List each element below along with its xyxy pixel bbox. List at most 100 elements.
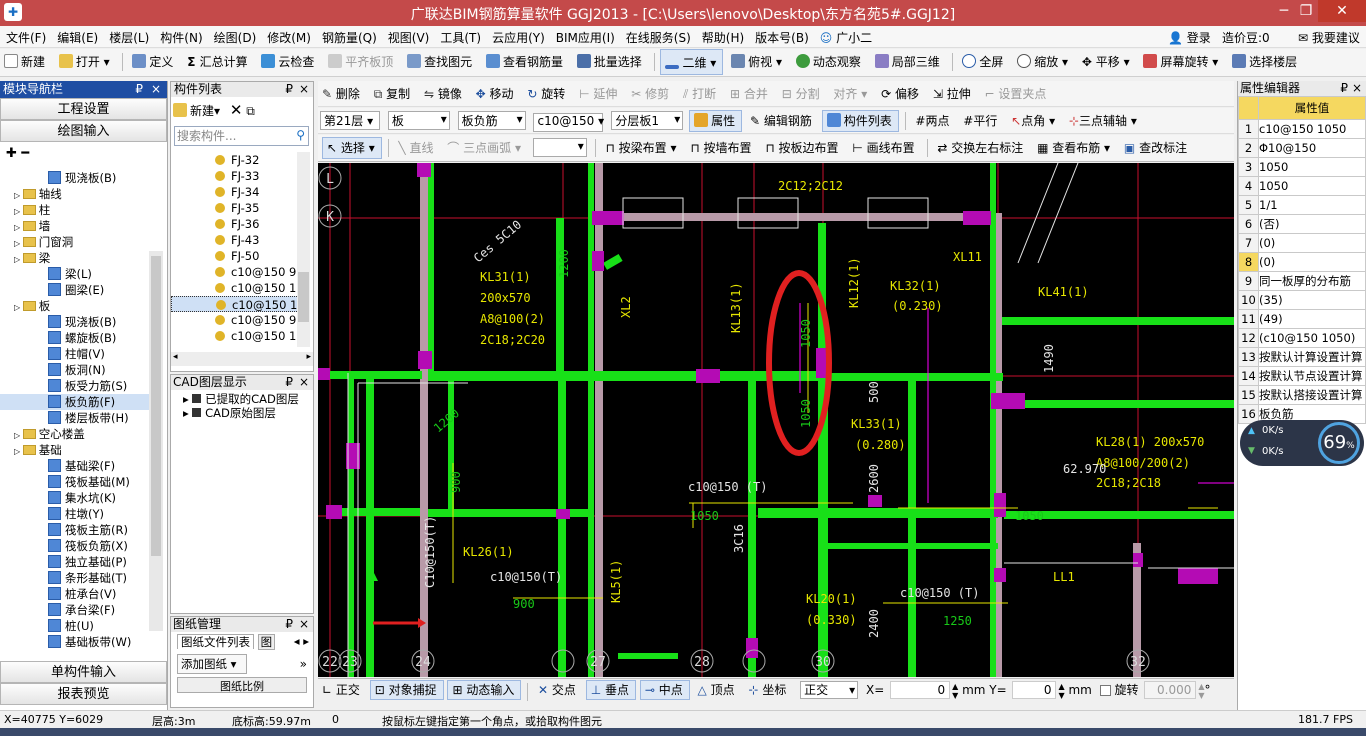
checkbox-icon[interactable] <box>192 408 202 417</box>
move-button[interactable]: ✥ 移动 <box>472 81 520 106</box>
nav-tree-item[interactable]: 螺旋板(B) <box>0 330 150 346</box>
single-component-input-button[interactable]: 单构件输入 <box>0 661 167 683</box>
place-by-slab-edge-button[interactable]: ⊓ 按板边布置 <box>761 135 844 161</box>
rotate-angle-input[interactable]: 0.000 <box>1144 681 1197 699</box>
expand-arrow-icon[interactable]: ▷ <box>14 447 23 456</box>
property-row[interactable]: 6 (否) <box>1238 214 1366 234</box>
dynamic-input-toggle[interactable]: ⊞ 动态输入 <box>447 680 522 700</box>
close-icon[interactable]: × <box>299 375 309 390</box>
nav-scrollbar[interactable] <box>149 251 163 631</box>
set-grip-button[interactable]: ⌐ 设置夹点 <box>981 81 1053 106</box>
menu-component[interactable]: 构件(N) <box>154 26 207 46</box>
nav-tree-item[interactable]: 基础板带(W) <box>0 634 150 650</box>
swap-annotation-button[interactable]: ⇄ 交换左右标注 <box>933 135 1029 161</box>
x-input[interactable]: 0 <box>890 681 951 699</box>
pin-icon[interactable]: ₽ <box>285 82 293 97</box>
menu-assistant[interactable]: ☺ 广小二 <box>814 26 877 46</box>
property-row[interactable]: 15 按默认搭接设置计算 <box>1238 385 1366 405</box>
rotate-button[interactable]: ↻ 旋转 <box>523 81 571 106</box>
expand-arrow-icon[interactable]: ▷ <box>14 207 23 216</box>
summary-calc-button[interactable]: Σ 汇总计算 <box>183 49 253 75</box>
edit-rebar-button[interactable]: ✎ 编辑钢筋 <box>746 108 818 133</box>
component-list-scrollbar[interactable] <box>297 152 310 347</box>
property-row[interactable]: 7 (0) <box>1238 233 1366 253</box>
intersection-snap[interactable]: ✕ 交点 <box>534 679 582 701</box>
copy-icon[interactable]: ⧉ <box>246 104 255 118</box>
parallel-axis-button[interactable]: #平行 <box>959 108 1003 133</box>
x-spinner[interactable]: ▲ ▼ <box>952 682 958 700</box>
expand-arrow-icon[interactable]: ▷ <box>14 223 23 232</box>
nav-tree-item[interactable]: 筏板负筋(X) <box>0 538 150 554</box>
menu-draw[interactable]: 绘图(D) <box>208 26 262 46</box>
component-search-input[interactable]: 搜索构件... ⚲ <box>174 126 309 146</box>
pin-icon[interactable]: ₽ <box>285 617 293 632</box>
close-icon[interactable]: × <box>299 82 309 97</box>
tab-scroll-arrows[interactable]: ◂ ▸ <box>294 634 309 648</box>
spec-select[interactable]: c10@150 ▾ <box>533 113 604 132</box>
component-list-item[interactable]: FJ-43 <box>171 232 299 248</box>
property-row[interactable]: 2 Φ10@150 <box>1238 138 1366 158</box>
property-value[interactable]: 按默认计算设置计算 <box>1258 347 1366 367</box>
delete-button[interactable]: ✎ 删除 <box>318 81 366 106</box>
menu-tools[interactable]: 工具(T) <box>434 26 486 46</box>
midpoint-snap[interactable]: ⊸ 中点 <box>639 680 690 700</box>
close-button[interactable]: ✕ <box>1318 0 1366 22</box>
menu-edit[interactable]: 编辑(E) <box>51 26 103 46</box>
select-dropdown[interactable]: ↖ 选择 ▾ <box>322 137 382 159</box>
component-list-hscrollbar[interactable]: ◂ ▸ <box>171 352 313 366</box>
pin-icon[interactable]: ₽ <box>135 81 143 98</box>
property-value[interactable]: (0) <box>1258 252 1366 272</box>
nav-tree-item[interactable]: ▷ 门窗洞 <box>0 234 150 250</box>
nav-tree-item[interactable]: ▷ 基础 <box>0 442 150 458</box>
property-value[interactable]: (49) <box>1258 309 1366 329</box>
more-icon[interactable]: » <box>300 657 307 671</box>
component-list-scroll-thumb[interactable] <box>298 272 309 322</box>
local-3d-button[interactable]: 局部三维 <box>871 49 946 75</box>
cloud-check-button[interactable]: 云检查 <box>257 49 320 75</box>
cad-drawing[interactable]: L K 24 27 28 30 32 23 22 KL31(1) 200x570… <box>318 163 1234 677</box>
layer-select[interactable]: 分层板1 ▾ <box>611 111 684 130</box>
menu-bim[interactable]: BIM应用(I) <box>550 26 620 46</box>
nav-tree-item[interactable]: ▷ 柱 <box>0 202 150 218</box>
nav-tree-item[interactable]: 板受力筋(S) <box>0 378 150 394</box>
close-icon[interactable]: × <box>1352 81 1362 96</box>
screen-rotate-dropdown[interactable]: 屏幕旋转 ▾ <box>1139 49 1224 75</box>
network-speed-widget[interactable]: ▲ ▼ 0K/s 0K/s 69% <box>1240 420 1364 466</box>
nav-tree-item[interactable]: 楼层板带(H) <box>0 410 150 426</box>
component-list-item[interactable]: FJ-50 <box>171 248 299 264</box>
property-row[interactable]: 10 (35) <box>1238 290 1366 310</box>
y-spinner[interactable]: ▲ ▼ <box>1058 682 1064 700</box>
add-drawing-button[interactable]: 添加图纸 ▾ <box>177 654 247 674</box>
2d-view-dropdown[interactable]: 二维 ▾ <box>660 49 724 75</box>
tab-drawing-other[interactable]: 图 <box>257 634 276 650</box>
property-value[interactable]: 1050 <box>1258 176 1366 196</box>
property-value[interactable]: 1050 <box>1258 157 1366 177</box>
property-value[interactable]: 按默认搭接设置计算 <box>1258 385 1366 405</box>
nav-scroll-thumb[interactable] <box>151 256 161 556</box>
nav-tree-item[interactable]: 柱墩(Y) <box>0 506 150 522</box>
cad-drawing-canvas[interactable]: L K 24 27 28 30 32 23 22 KL31(1) 200x570… <box>318 163 1234 677</box>
login-link[interactable]: 👤 登录 <box>1162 26 1216 46</box>
break-button[interactable]: ⫽ 打断 <box>679 81 722 106</box>
nav-tree-item[interactable]: 梁(L) <box>0 266 150 282</box>
new-component-button[interactable]: 新建▾ <box>173 103 220 118</box>
property-value[interactable]: 同一板厚的分布筋 <box>1258 271 1366 291</box>
nav-tree-item[interactable]: 承台梁(F) <box>0 602 150 618</box>
nav-tree-item[interactable]: 桩承台(V) <box>0 586 150 602</box>
pin-icon[interactable]: ₽ <box>1340 81 1348 96</box>
drawing-input-button[interactable]: 绘图输入 <box>0 120 167 142</box>
component-list-item[interactable]: c10@150 10 <box>171 296 299 312</box>
nav-tree-item[interactable]: ▷ 空心楼盖 <box>0 426 150 442</box>
property-row[interactable]: 9 同一板厚的分布筋 <box>1238 271 1366 291</box>
property-row[interactable]: 4 1050 <box>1238 176 1366 196</box>
extend-button[interactable]: ⊢ 延伸 <box>575 81 623 106</box>
nav-tree-item[interactable]: 条形基础(T) <box>0 570 150 586</box>
cad-layer-extracted[interactable]: ▸ 已提取的CAD图层 <box>183 392 313 406</box>
perpendicular-snap[interactable]: ⊥ 垂点 <box>585 680 636 700</box>
properties-button[interactable]: 属性 <box>689 110 743 132</box>
nav-tree-item[interactable]: 现浇板(B) <box>0 170 150 186</box>
nav-tree-item[interactable]: ▷ 墙 <box>0 218 150 234</box>
component-list-item[interactable]: FJ-33 <box>171 168 299 184</box>
property-value[interactable]: (否) <box>1258 214 1366 234</box>
nav-tree-item[interactable]: 桩(U) <box>0 618 150 634</box>
